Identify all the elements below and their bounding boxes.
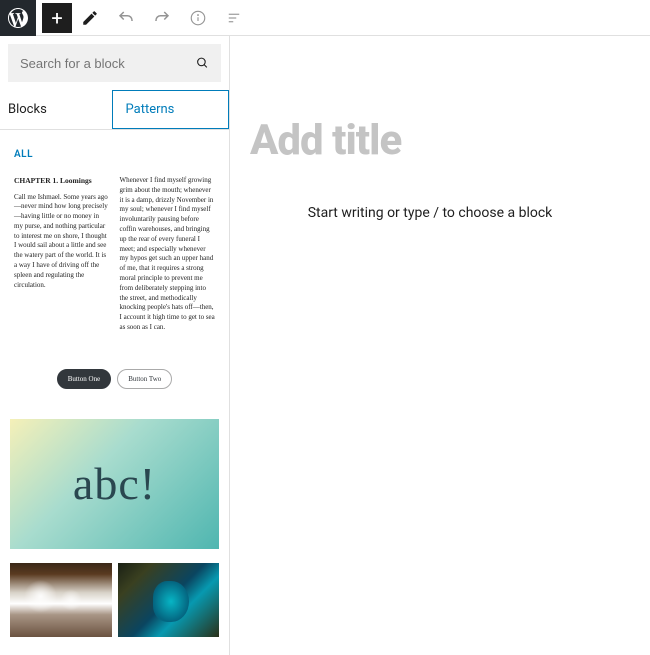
gallery-image-mountains (10, 563, 112, 637)
search-input[interactable] (20, 56, 196, 71)
search-wrap (0, 36, 229, 90)
pattern-two-buttons[interactable]: Button One Button Two (10, 353, 219, 405)
top-toolbar: + (0, 0, 650, 36)
pattern-cover[interactable]: abc! (10, 419, 219, 549)
pattern-gallery[interactable] (10, 563, 219, 637)
filter-all-chip[interactable]: ALL (10, 147, 37, 162)
tab-patterns[interactable]: Patterns (112, 90, 230, 129)
pattern-cover-text: abc! (73, 457, 156, 510)
search-box[interactable] (8, 44, 221, 82)
editor-canvas[interactable]: Add title Start writing or type / to cho… (230, 36, 650, 655)
tab-blocks[interactable]: Blocks (0, 90, 112, 129)
block-inserter-panel: Blocks Patterns ALL CHAPTER 1. Loomings … (0, 36, 230, 655)
pattern-button-secondary: Button Two (117, 369, 172, 389)
wordpress-logo[interactable] (0, 0, 36, 36)
edit-icon[interactable] (72, 0, 108, 36)
pattern-two-column-text[interactable]: CHAPTER 1. Loomings Call me Ishmael. Som… (10, 170, 219, 339)
post-body-prompt[interactable]: Start writing or type / to choose a bloc… (250, 205, 610, 221)
pattern-col-left: CHAPTER 1. Loomings Call me Ishmael. Som… (14, 176, 110, 333)
pattern-button-primary: Button One (57, 369, 111, 389)
pattern-list[interactable]: CHAPTER 1. Loomings Call me Ishmael. Som… (0, 166, 229, 655)
outline-icon[interactable] (216, 0, 252, 36)
pattern-body-right: Whenever I find myself growing grim abou… (120, 176, 216, 333)
pattern-col-right: Whenever I find myself growing grim abou… (120, 176, 216, 333)
add-block-button[interactable]: + (42, 3, 72, 33)
main-area: Blocks Patterns ALL CHAPTER 1. Loomings … (0, 36, 650, 655)
undo-icon[interactable] (108, 0, 144, 36)
redo-icon[interactable] (144, 0, 180, 36)
info-icon[interactable] (180, 0, 216, 36)
pattern-filter-row: ALL (0, 130, 229, 166)
pattern-heading: CHAPTER 1. Loomings (14, 176, 110, 187)
gallery-image-lake (118, 563, 220, 637)
inserter-tabs: Blocks Patterns (0, 90, 229, 130)
post-title-input[interactable]: Add title (250, 116, 610, 165)
pattern-body-left: Call me Ishmael. Some years ago—never mi… (14, 193, 110, 291)
search-icon (196, 54, 209, 72)
